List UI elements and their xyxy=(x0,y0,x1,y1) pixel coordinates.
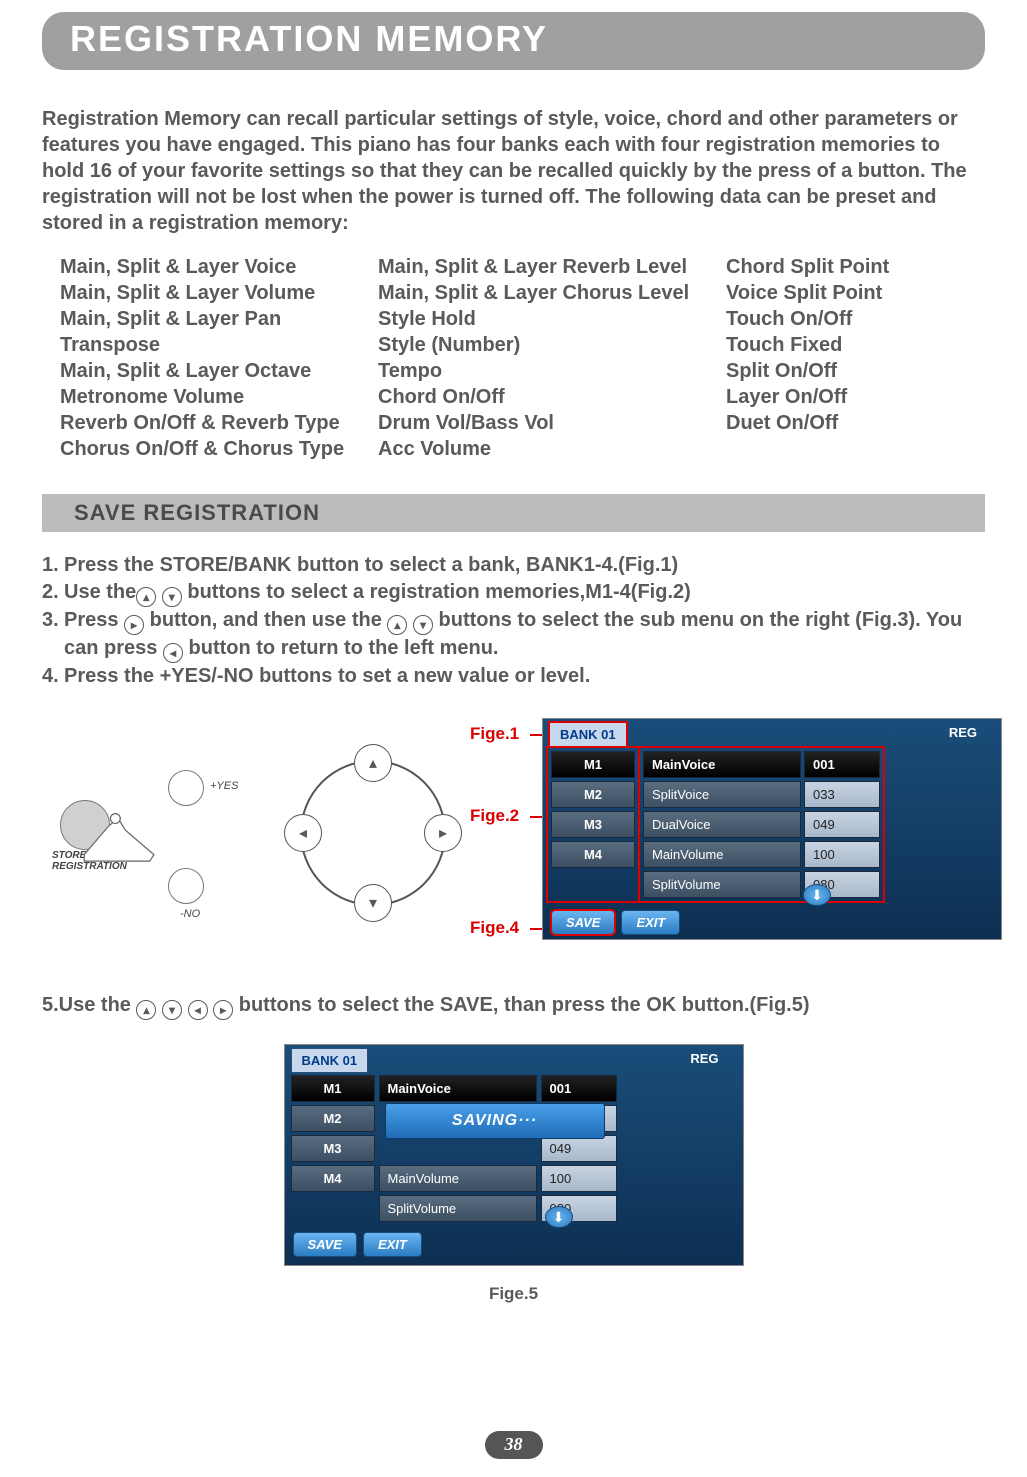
dpad-right-icon: ▸ xyxy=(424,814,462,852)
parameter-columns: Main, Split & Layer Voice Main, Split & … xyxy=(60,254,985,462)
screen-fig5: BANK 01 REG M1 M2 M3 M4 MainVoice SplitV… xyxy=(284,1044,744,1266)
screen-fig1: BANK 01 REG M1 M2 M3 M4 MainVoice SplitV… xyxy=(542,718,1002,940)
value-column: 001 033 049 100 080 xyxy=(804,751,880,898)
yes-label: +YES xyxy=(210,780,238,792)
page-number: 38 xyxy=(485,1431,543,1459)
value-row: 049 xyxy=(541,1135,617,1162)
save-button: SAVE xyxy=(551,910,615,935)
step-2: Use the▴ ▾ buttons to select a registrat… xyxy=(64,579,985,607)
down-icon: ▾ xyxy=(413,615,433,635)
value-column: 001 033 049 100 080 xyxy=(541,1075,617,1222)
mem-m1: M1 xyxy=(551,751,635,778)
param-row: MainVolume xyxy=(643,841,801,868)
param-row: DualVoice xyxy=(643,811,801,838)
step-1: Press the STORE/BANK button to select a … xyxy=(64,552,985,579)
mem-m4: M4 xyxy=(291,1165,375,1192)
mem-m3: M3 xyxy=(291,1135,375,1162)
exit-button: EXIT xyxy=(363,1232,422,1257)
step-3: Press ▸ button, and then use the ▴ ▾ but… xyxy=(64,607,985,663)
down-icon: ▾ xyxy=(162,587,182,607)
scroll-down-icon: ⬇ xyxy=(803,884,831,906)
value-row: 001 xyxy=(541,1075,617,1102)
value-row: 100 xyxy=(541,1165,617,1192)
fig5-caption: Fige.5 xyxy=(42,1284,985,1304)
mem-m3: M3 xyxy=(551,811,635,838)
fig4-label: Fige.4 xyxy=(470,918,519,938)
right-icon: ▸ xyxy=(124,615,144,635)
mem-m1: M1 xyxy=(291,1075,375,1102)
hand-icon xyxy=(76,796,158,864)
no-button xyxy=(168,868,204,904)
intro-text: Registration Memory can recall particula… xyxy=(42,106,985,236)
memory-column: M1 M2 M3 M4 xyxy=(549,749,637,900)
fig2-label: Fige.2 xyxy=(470,806,519,826)
fig1-label: Fige.1 xyxy=(470,724,519,744)
up-icon: ▴ xyxy=(136,587,156,607)
page-title: REGISTRATION MEMORY xyxy=(42,12,985,70)
dpad-down-icon: ▾ xyxy=(354,884,392,922)
step-5: 5.Use the ▴ ▾ ◂ ▸ buttons to select the … xyxy=(42,994,985,1020)
up-icon: ▴ xyxy=(387,615,407,635)
memory-column: M1 M2 M3 M4 xyxy=(291,1075,375,1222)
down-icon: ▾ xyxy=(162,1000,182,1020)
save-button: SAVE xyxy=(293,1232,357,1257)
value-row: 001 xyxy=(804,751,880,778)
no-label: -NO xyxy=(180,908,200,920)
param-column: MainVoice SplitVoice DualVoice MainVolum… xyxy=(643,751,801,898)
value-row: 100 xyxy=(804,841,880,868)
button-illustration: STORE/BANK REGISTRATION +YES -NO xyxy=(58,748,258,918)
illustration-row: STORE/BANK REGISTRATION +YES -NO ▴ ▾ ◂ ▸… xyxy=(42,718,985,948)
value-row: 033 xyxy=(804,781,880,808)
param-col-2: Main, Split & Layer Reverb Level Main, S… xyxy=(378,254,708,462)
left-icon: ◂ xyxy=(163,643,183,663)
exit-button: EXIT xyxy=(621,910,680,935)
dpad-illustration: ▴ ▾ ◂ ▸ xyxy=(288,748,458,918)
saving-overlay: SAVING··· xyxy=(385,1103,605,1139)
mem-m2: M2 xyxy=(291,1105,375,1132)
steps-list: 1.Press the STORE/BANK button to select … xyxy=(42,552,985,690)
param-column: MainVoice SplitVoice DualVoice MainVolum… xyxy=(379,1075,537,1222)
scroll-down-icon: ⬇ xyxy=(545,1206,573,1228)
step-4: Press the +YES/-NO buttons to set a new … xyxy=(64,663,985,690)
param-row: MainVoice xyxy=(379,1075,537,1102)
left-icon: ◂ xyxy=(188,1000,208,1020)
param-col-3: Chord Split Point Voice Split Point Touc… xyxy=(726,254,946,462)
up-icon: ▴ xyxy=(136,1000,156,1020)
param-row: MainVoice xyxy=(643,751,801,778)
mem-m4: M4 xyxy=(551,841,635,868)
value-row: 049 xyxy=(804,811,880,838)
param-col-1: Main, Split & Layer Voice Main, Split & … xyxy=(60,254,360,462)
bank-tab: BANK 01 xyxy=(291,1048,369,1073)
param-row: SplitVolume xyxy=(379,1195,537,1222)
mem-m2: M2 xyxy=(551,781,635,808)
bank-tab: BANK 01 xyxy=(549,722,627,747)
yes-button xyxy=(168,770,204,806)
reg-label: REG xyxy=(690,1045,742,1073)
param-row: SplitVolume xyxy=(643,871,801,898)
param-row: MainVolume xyxy=(379,1165,537,1192)
reg-label: REG xyxy=(949,719,1001,747)
param-row: SplitVoice xyxy=(643,781,801,808)
right-icon: ▸ xyxy=(213,1000,233,1020)
section-header: SAVE REGISTRATION xyxy=(42,494,985,532)
